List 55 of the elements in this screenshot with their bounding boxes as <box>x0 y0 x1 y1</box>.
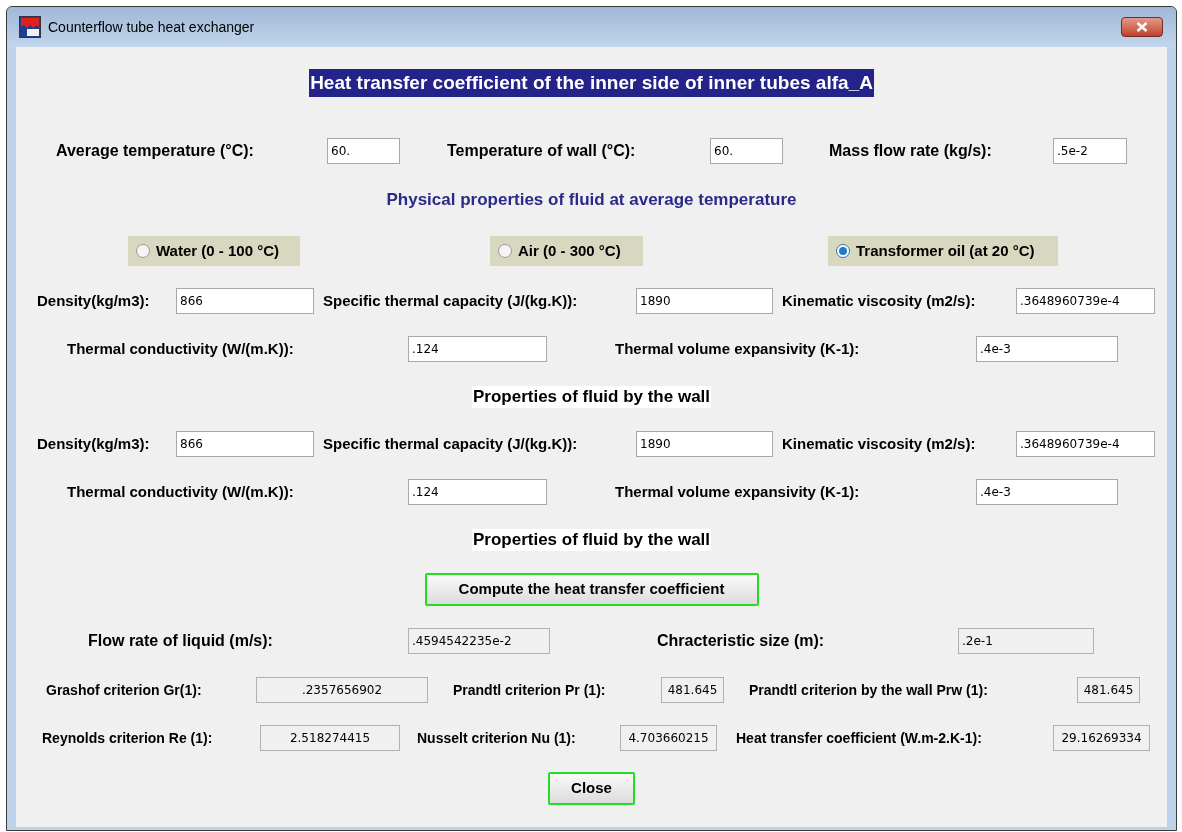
field-label: Nusselt criterion Nu (1): <box>417 728 577 748</box>
close-window-button[interactable] <box>1121 17 1163 37</box>
field-label: Prandtl criterion Pr (1): <box>453 680 607 700</box>
output-field[interactable]: 29.16269334 <box>1053 725 1150 751</box>
input-field[interactable]: 866 <box>176 288 314 314</box>
field-label: Kinematic viscosity (m2/s): <box>782 433 977 454</box>
field-label: Grashof criterion Gr(1): <box>46 680 203 700</box>
output-field[interactable]: 481.645 <box>661 677 724 703</box>
input-field[interactable]: 1890 <box>636 431 773 457</box>
field-label: Temperature of wall (°C): <box>447 141 637 161</box>
field-label: Heat transfer coefficient (W.m-2.K-1): <box>736 728 983 748</box>
section-heading: Properties of fluid by the wall <box>471 529 712 551</box>
output-field[interactable]: .2e-1 <box>958 628 1094 654</box>
input-field[interactable]: .124 <box>408 479 547 505</box>
section-heading: Physical properties of fluid at average temperature <box>386 189 797 211</box>
input-field[interactable]: .4e-3 <box>976 479 1118 505</box>
input-field[interactable]: 60. <box>327 138 400 164</box>
field-label: Specific thermal capacity (J/(kg.K)): <box>323 433 579 454</box>
close-icon <box>1136 22 1148 32</box>
input-field[interactable]: .4e-3 <box>976 336 1118 362</box>
radio-option[interactable]: Transformer oil (at 20 °C) <box>828 236 1058 266</box>
window-title: Counterflow tube heat exchanger <box>48 17 255 37</box>
close-button[interactable]: Close <box>548 772 635 805</box>
field-label: Flow rate of liquid (m/s): <box>88 631 274 651</box>
input-field[interactable]: 866 <box>176 431 314 457</box>
input-field[interactable]: 60. <box>710 138 783 164</box>
field-label: Average temperature (°C): <box>56 141 255 161</box>
input-field[interactable]: 1890 <box>636 288 773 314</box>
output-field[interactable]: 481.645 <box>1077 677 1140 703</box>
app-icon <box>19 16 41 38</box>
section-heading: Properties of fluid by the wall <box>471 386 712 408</box>
field-label: Chracteristic size (m): <box>657 631 826 651</box>
field-label: Thermal conductivity (W/(m.K)): <box>67 481 295 502</box>
input-field[interactable]: .3648960739e-4 <box>1016 431 1155 457</box>
field-label: Reynolds criterion Re (1): <box>42 728 214 748</box>
field-label: Thermal conductivity (W/(m.K)): <box>67 338 295 359</box>
field-label: Thermal volume expansivity (K-1): <box>615 338 861 359</box>
output-field[interactable]: 2.518274415 <box>260 725 400 751</box>
output-field[interactable]: 4.703660215 <box>620 725 717 751</box>
dialog-heading: Heat transfer coefficient of the inner side of inner tubes alfa_A <box>309 69 874 97</box>
field-label: Density(kg/m3): <box>37 433 151 454</box>
radio-option[interactable]: Air (0 - 300 °C) <box>490 236 643 266</box>
input-field[interactable]: .124 <box>408 336 547 362</box>
field-label: Mass flow rate (kg/s): <box>829 141 993 161</box>
input-field[interactable]: .3648960739e-4 <box>1016 288 1155 314</box>
input-field[interactable]: .5e-2 <box>1053 138 1127 164</box>
field-label: Kinematic viscosity (m2/s): <box>782 290 977 311</box>
field-label: Density(kg/m3): <box>37 290 151 311</box>
field-label: Thermal volume expansivity (K-1): <box>615 481 861 502</box>
field-label: Specific thermal capacity (J/(kg.K)): <box>323 290 579 311</box>
output-field[interactable]: .4594542235e-2 <box>408 628 550 654</box>
radio-option[interactable]: Water (0 - 100 °C) <box>128 236 300 266</box>
output-field[interactable]: .2357656902 <box>256 677 428 703</box>
field-label: Prandtl criterion by the wall Prw (1): <box>749 680 989 700</box>
compute-button[interactable]: Compute the heat transfer coefficient <box>424 573 759 606</box>
